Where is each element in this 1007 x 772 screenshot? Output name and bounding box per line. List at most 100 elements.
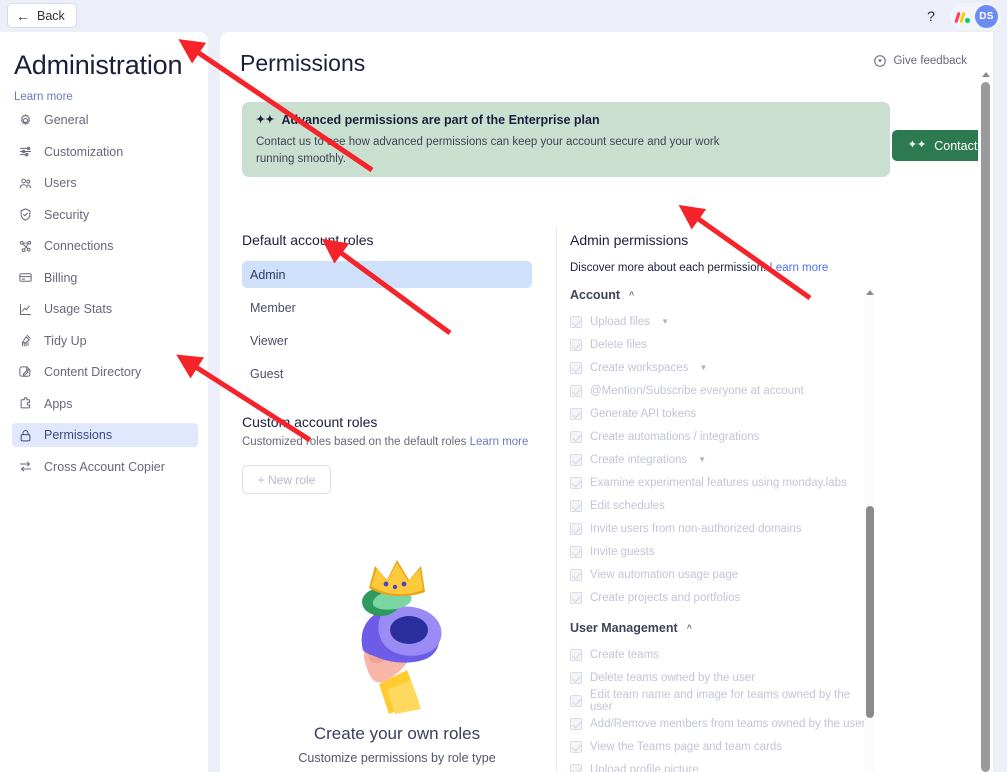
role-item-label: Admin [250,267,286,282]
page-scrollbar[interactable] [978,70,993,772]
shield-check-icon [18,207,33,222]
permission-checkbox[interactable] [570,671,582,684]
sidebar-item-label: Content Directory [44,365,142,379]
permission-checkbox[interactable] [570,717,582,730]
permission-label: @Mention/Subscribe everyone at account [590,384,804,397]
sidebar-item-connections[interactable]: Connections [12,234,198,258]
page-scroll-up-arrow-icon[interactable] [981,72,990,77]
chevron-down-icon[interactable]: ▼ [698,455,706,464]
chevron-up-icon[interactable]: ^ [629,290,634,300]
scroll-up-arrow-icon[interactable] [866,290,874,295]
permission-row[interactable]: Create projects and portfolios [570,587,875,608]
role-item-viewer[interactable]: Viewer [242,327,532,354]
role-item-guest[interactable]: Guest [242,360,532,387]
permission-row[interactable]: View automation usage page [570,564,875,585]
sidebar-item-apps[interactable]: Apps [12,392,198,416]
sidebar-item-general[interactable]: General [12,108,198,132]
chevron-down-icon[interactable]: ▼ [699,363,707,372]
main-content: Permissions Give feedback ✦✦ Advanced pe… [220,32,993,772]
permission-checkbox[interactable] [570,338,582,351]
custom-roles-subtitle: Customized roles based on the default ro… [242,436,552,448]
sidebar-learn-more-link[interactable]: Learn more [14,91,73,103]
permission-checkbox[interactable] [570,568,582,581]
roles-column: Default account roles Admin Member Viewer G… [242,232,552,765]
permission-checkbox[interactable] [570,430,582,443]
back-button[interactable]: ← Back [7,3,77,28]
permission-row[interactable]: Create teams [570,644,875,665]
sidebar-item-security[interactable]: Security [12,203,198,227]
sidebar-item-tidy-up[interactable]: Tidy Up [12,329,198,353]
permission-checkbox[interactable] [570,361,582,374]
chevron-down-icon[interactable]: ▼ [661,317,669,326]
permission-row[interactable]: Upload files ▼ [570,311,875,332]
permission-row[interactable]: Edit team name and image for teams owned… [570,689,875,713]
admin-sidebar: Administration Learn more General Customi… [0,32,208,772]
permission-group-header-user-management[interactable]: User Management ^ [570,621,875,635]
permission-row[interactable]: Upload profile picture [570,759,875,772]
permission-checkbox[interactable] [570,384,582,397]
sidebar-item-label: Tidy Up [44,333,87,348]
sidebar-item-cross-account-copier[interactable]: Cross Account Copier [12,455,198,479]
sidebar-item-customization[interactable]: Customization [12,140,198,164]
permission-row[interactable]: Examine experimental features using mond… [570,472,875,493]
sidebar-item-label: General [44,113,89,127]
permission-row[interactable]: Delete files [570,334,875,355]
new-role-button[interactable]: + New role [242,465,331,494]
permission-row[interactable]: Delete teams owned by the user [570,667,875,688]
permission-checkbox[interactable] [570,648,582,661]
sidebar-item-users[interactable]: Users [12,171,198,195]
permission-row[interactable]: Create integrations ▼ [570,449,875,470]
permission-checkbox[interactable] [570,315,582,328]
permission-label: Add/Remove members from teams owned by t… [590,717,866,730]
discover-learn-more-link[interactable]: Learn more [769,262,828,274]
permission-label: Create projects and portfolios [590,591,741,604]
role-item-label: Guest [250,366,284,381]
permission-row[interactable]: Invite users from non-authorized domains [570,518,875,539]
permission-checkbox[interactable] [570,407,582,420]
permission-checkbox[interactable] [570,453,582,466]
role-item-member[interactable]: Member [242,294,532,321]
permission-label: Upload profile picture [590,763,699,772]
permission-label: View automation usage page [590,568,739,581]
permission-row[interactable]: @Mention/Subscribe everyone at account [570,380,875,401]
avatar[interactable]: DS [975,4,998,28]
permission-label: View the Teams page and team cards [590,740,782,753]
permission-checkbox[interactable] [570,499,582,512]
sidebar-item-billing[interactable]: Billing [12,266,198,290]
connections-icon [18,239,33,254]
role-item-admin[interactable]: Admin [242,261,532,288]
sidebar-item-permissions[interactable]: Permissions [12,423,198,447]
custom-roles-learn-more-link[interactable]: Learn more [470,436,529,448]
user-chip[interactable]: DS [950,2,1001,30]
permission-checkbox[interactable] [570,476,582,489]
lock-icon [18,428,33,443]
scrollbar-thumb[interactable] [865,506,874,718]
permission-checkbox[interactable] [570,694,582,707]
gear-icon [18,113,33,128]
give-feedback-button[interactable]: Give feedback [873,54,967,68]
permission-label: Create integrations [590,453,688,466]
permission-row[interactable]: Create automations / integrations [570,426,875,447]
permission-checkbox[interactable] [570,763,582,772]
permission-checkbox[interactable] [570,545,582,558]
permission-row[interactable]: Edit schedules [570,495,875,516]
permission-checkbox[interactable] [570,591,582,604]
permission-row[interactable]: Create workspaces ▼ [570,357,875,378]
permission-group-name: User Management [570,621,678,635]
permissions-scrollbar[interactable] [864,288,875,772]
sidebar-item-content-directory[interactable]: Content Directory [12,360,198,384]
sidebar-item-usage-stats[interactable]: Usage Stats [12,297,198,321]
chevron-up-icon[interactable]: ^ [687,623,692,633]
permission-checkbox[interactable] [570,740,582,753]
permission-row[interactable]: Generate API tokens [570,403,875,424]
permission-row[interactable]: View the Teams page and team cards [570,736,875,757]
sidebar-item-label: Permissions [44,428,113,442]
permission-row[interactable]: Add/Remove members from teams owned by t… [570,713,875,734]
page-scrollbar-thumb[interactable] [981,82,990,772]
permission-group-header-account[interactable]: Account ^ [570,288,875,302]
permission-row[interactable]: Invite guests [570,541,875,562]
question-mark-icon[interactable]: ? [918,3,944,29]
permission-group-name: Account [570,288,620,302]
permission-checkbox[interactable] [570,522,582,535]
sidebar-item-label: Cross Account Copier [44,459,165,474]
